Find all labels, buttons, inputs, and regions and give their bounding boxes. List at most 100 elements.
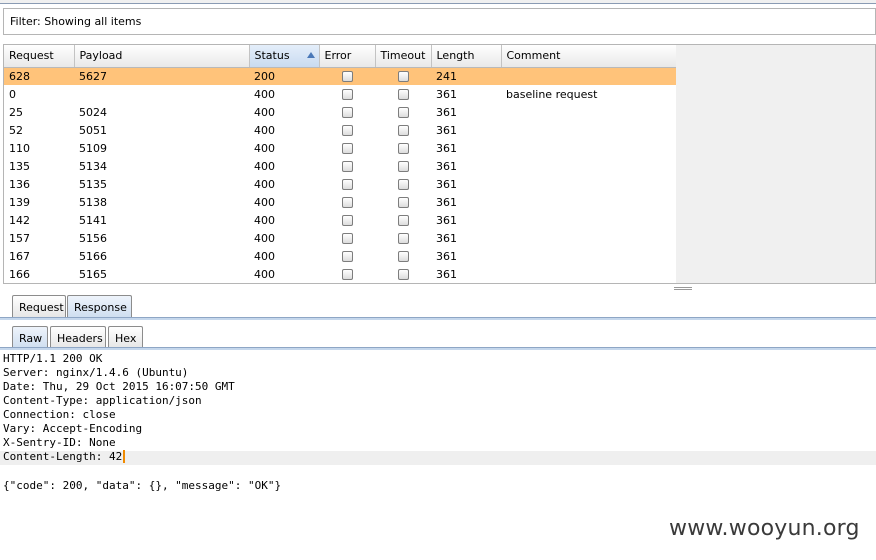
cell-timeout	[375, 121, 431, 139]
results-table-panel: Request Payload Status Error Timeout Len…	[3, 44, 876, 284]
cell-request: 110	[9, 141, 30, 155]
column-header-status[interactable]: Status	[249, 45, 320, 68]
column-header-request[interactable]: Request	[4, 45, 75, 68]
tab-raw-label: Raw	[19, 332, 43, 345]
filter-bar[interactable]: Filter: Showing all items	[3, 8, 876, 35]
table-row[interactable]: 628 5627 200 241	[4, 67, 676, 85]
response-header-line: Content-Type: application/json	[3, 394, 202, 407]
cell-request: 167	[9, 249, 30, 263]
cell-length: 361	[436, 195, 457, 209]
cell-request: 142	[9, 213, 30, 227]
error-checkbox[interactable]	[341, 197, 353, 208]
text-caret	[123, 450, 126, 463]
table-row[interactable]: 0 400 361 baseline request	[4, 85, 676, 103]
error-checkbox[interactable]	[341, 107, 353, 118]
column-header-timeout[interactable]: Timeout	[375, 45, 432, 68]
cell-status: 400	[254, 123, 275, 137]
table-row[interactable]: 142 5141 400 361	[4, 211, 676, 229]
timeout-checkbox[interactable]	[397, 233, 409, 244]
cell-error	[319, 265, 375, 283]
error-checkbox[interactable]	[341, 215, 353, 226]
tab-response-label: Response	[74, 301, 127, 314]
column-header-error[interactable]: Error	[319, 45, 376, 68]
cell-length: 361	[436, 123, 457, 137]
tab-request-label: Request	[19, 301, 64, 314]
cell-request: 628	[4, 67, 74, 85]
tab-hex-label: Hex	[115, 332, 137, 345]
table-row[interactable]: 166 5165 400 361	[4, 265, 676, 283]
timeout-checkbox[interactable]	[397, 125, 409, 136]
response-header-line: Content-Length: 42	[3, 450, 123, 463]
cell-error	[319, 175, 375, 193]
table-row[interactable]: 135 5134 400 361	[4, 157, 676, 175]
tab-raw[interactable]: Raw	[12, 326, 48, 348]
cell-status: 400	[254, 105, 275, 119]
cell-request: 136	[9, 177, 30, 191]
cell-length: 361	[436, 249, 457, 263]
error-checkbox[interactable]	[341, 125, 353, 136]
sort-ascending-icon	[306, 52, 315, 58]
table-row[interactable]: 136 5135 400 361	[4, 175, 676, 193]
tab-hex[interactable]: Hex	[108, 326, 143, 348]
response-header-line: X-Sentry-ID: None	[3, 436, 116, 449]
tab-response[interactable]: Response	[67, 295, 132, 317]
cell-comment: baseline request	[506, 87, 598, 101]
cell-request: 0	[9, 87, 16, 101]
cell-payload: 5165	[79, 267, 107, 281]
error-checkbox[interactable]	[341, 269, 353, 280]
error-checkbox[interactable]	[341, 233, 353, 244]
timeout-checkbox[interactable]	[397, 269, 409, 280]
cell-status: 400	[254, 141, 275, 155]
timeout-checkbox[interactable]	[397, 161, 409, 172]
results-body: 628 5627 200 241 0 400 361 baseline request 25 50…	[4, 67, 676, 283]
cell-error	[319, 121, 375, 139]
error-checkbox[interactable]	[341, 143, 353, 154]
cell-error	[319, 139, 375, 157]
error-checkbox[interactable]	[341, 179, 353, 190]
column-header-payload[interactable]: Payload	[74, 45, 250, 68]
cell-status: 400	[254, 159, 275, 173]
cell-request: 135	[9, 159, 30, 173]
timeout-checkbox[interactable]	[397, 107, 409, 118]
error-checkbox[interactable]	[341, 89, 353, 100]
timeout-checkbox[interactable]	[397, 71, 409, 83]
timeout-checkbox[interactable]	[397, 143, 409, 154]
table-row[interactable]: 25 5024 400 361	[4, 103, 676, 121]
cell-timeout	[375, 247, 431, 265]
error-checkbox[interactable]	[341, 71, 353, 83]
cell-comment	[501, 175, 676, 193]
error-checkbox[interactable]	[341, 161, 353, 172]
cell-request: 25	[9, 105, 23, 119]
tab-request[interactable]: Request	[12, 295, 66, 317]
cell-status: 400	[254, 249, 275, 263]
table-row[interactable]: 110 5109 400 361	[4, 139, 676, 157]
timeout-checkbox[interactable]	[397, 89, 409, 100]
cell-comment	[501, 157, 676, 175]
timeout-checkbox[interactable]	[397, 197, 409, 208]
timeout-checkbox[interactable]	[397, 179, 409, 190]
table-row[interactable]: 157 5156 400 361	[4, 229, 676, 247]
cell-comment	[501, 229, 676, 247]
column-header-comment[interactable]: Comment	[501, 45, 677, 68]
cell-payload: 5166	[79, 249, 107, 263]
splitter-handle[interactable]	[674, 287, 692, 290]
response-header-line: Connection: close	[3, 408, 116, 421]
response-editor[interactable]: HTTP/1.1 200 OK Server: nginx/1.4.6 (Ubu…	[0, 352, 876, 502]
timeout-checkbox[interactable]	[397, 251, 409, 262]
table-row[interactable]: 52 5051 400 361	[4, 121, 676, 139]
response-header-line: Vary: Accept-Encoding	[3, 422, 143, 435]
column-header-length[interactable]: Length	[431, 45, 502, 68]
cell-status: 400	[254, 177, 275, 191]
table-row[interactable]: 167 5166 400 361	[4, 247, 676, 265]
tab-headers[interactable]: Headers	[50, 326, 106, 348]
cell-timeout	[375, 193, 431, 211]
table-row[interactable]: 139 5138 400 361	[4, 193, 676, 211]
cell-timeout	[375, 229, 431, 247]
cell-error	[319, 193, 375, 211]
cell-length: 361	[436, 141, 457, 155]
error-checkbox[interactable]	[341, 251, 353, 262]
cell-comment	[501, 67, 676, 85]
cell-status: 400	[254, 231, 275, 245]
timeout-checkbox[interactable]	[397, 215, 409, 226]
cell-timeout	[375, 175, 431, 193]
